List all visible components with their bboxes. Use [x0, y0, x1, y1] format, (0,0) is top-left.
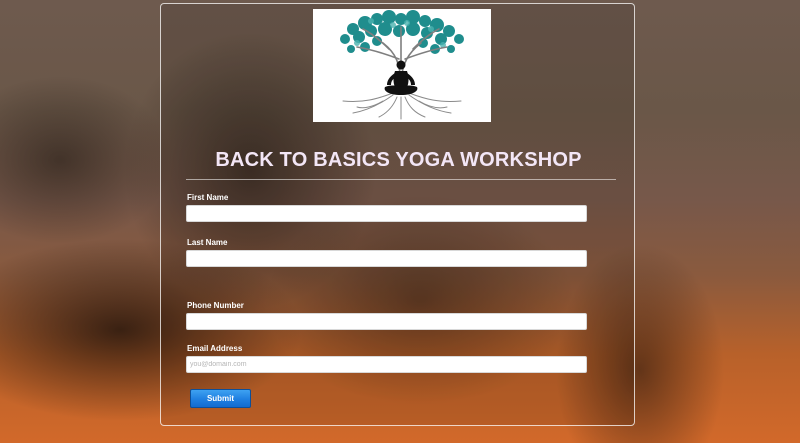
phone-number-label: Phone Number	[187, 301, 244, 310]
submit-button[interactable]: Submit	[190, 389, 251, 408]
logo	[313, 9, 491, 122]
last-name-field[interactable]	[186, 250, 587, 267]
phone-number-field[interactable]	[186, 313, 587, 330]
email-address-field[interactable]	[186, 356, 587, 373]
title-divider	[186, 179, 616, 180]
page-title: BACK TO BASICS YOGA WORKSHOP	[215, 149, 582, 171]
email-address-label: Email Address	[187, 344, 243, 353]
tree-meditation-logo-icon	[340, 10, 464, 120]
registration-form-card: BACK TO BASICS YOGA WORKSHOP First Name …	[160, 3, 635, 426]
first-name-label: First Name	[187, 193, 229, 202]
last-name-label: Last Name	[187, 238, 228, 247]
first-name-field[interactable]	[186, 205, 587, 222]
